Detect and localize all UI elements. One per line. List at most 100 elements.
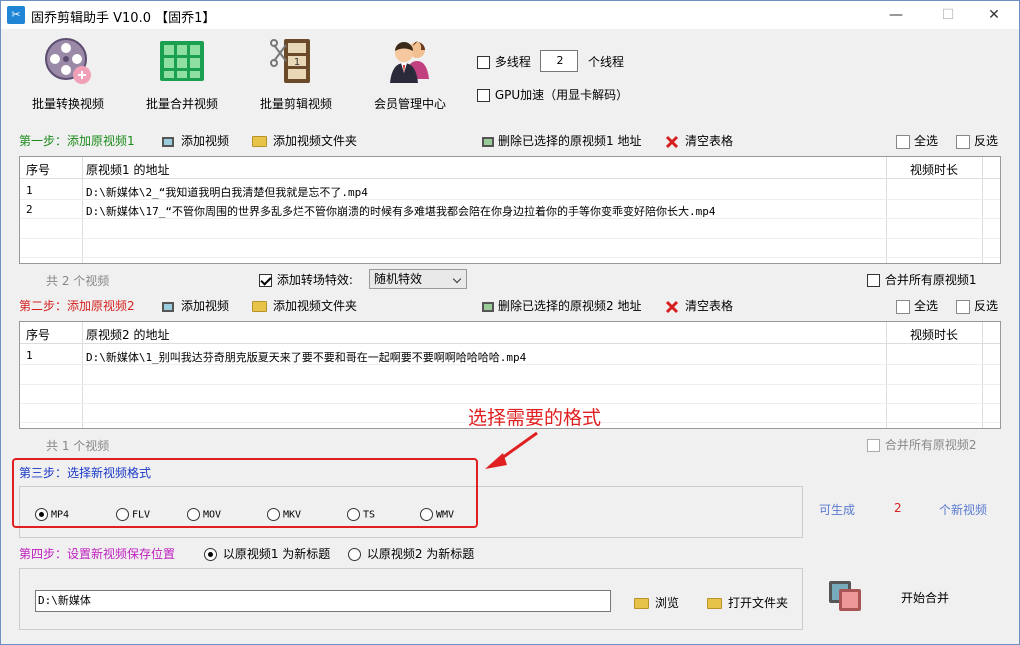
start-merge-label: 开始合并	[901, 591, 950, 605]
table-row[interactable]: 1 D:\新媒体\1_别叫我达芬奇朋克版夏天来了要不要和哥在一起啊要不要啊啊哈哈…	[20, 346, 1000, 365]
col-address: 原视频1 的地址	[86, 163, 170, 177]
maximize-button[interactable]: ☐	[933, 5, 963, 25]
gpu-option[interactable]: GPU加速（用显卡解码）	[477, 86, 628, 103]
step2-add-folder-button[interactable]: 添加视频文件夹	[252, 297, 357, 314]
col-address: 原视频2 的地址	[86, 328, 170, 342]
app-window: ✂ 固乔剪辑助手 V10.0 【固乔1】 — ☐ ✕ 批量转换视频 批量合并视频…	[0, 0, 1020, 645]
batch-convert-label: 批量转换视频	[31, 97, 104, 111]
start-merge-button[interactable]: 开始合并	[827, 577, 977, 617]
generate-count: 2	[894, 501, 902, 515]
batch-merge-button[interactable]: 批量合并视频	[127, 35, 237, 113]
step1-select-all-button[interactable]: 全选	[896, 132, 938, 149]
row-address: D:\新媒体\1_别叫我达芬奇朋克版夏天来了要不要和哥在一起啊要不要啊啊哈哈哈哈…	[86, 351, 527, 364]
gpu-checkbox[interactable]	[477, 89, 490, 102]
step2-title: 第二步：添加原视频2	[19, 299, 135, 313]
step1-invert-label: 反选	[974, 134, 999, 148]
table-header: 序号 原视频1 的地址 视频时长	[20, 157, 1000, 179]
merge-all-1-checkbox[interactable]	[867, 274, 880, 287]
table-row[interactable]: 1 D:\新媒体\2_“我知道我明白我清楚但我就是忘不了.mp4	[20, 181, 1000, 200]
folder-icon	[634, 598, 649, 609]
title-option-2-radio[interactable]	[348, 548, 361, 561]
window-title: 固乔剪辑助手 V10.0 【固乔1】	[31, 11, 216, 26]
title-bar: ✂ 固乔剪辑助手 V10.0 【固乔1】 — ☐ ✕	[1, 1, 1019, 29]
step1-title: 第一步：添加原视频1	[19, 134, 135, 148]
member-center-button[interactable]: 会员管理中心	[355, 35, 465, 113]
red-x-icon	[665, 300, 679, 314]
open-folder-button[interactable]: 打开文件夹	[707, 594, 788, 611]
transition-option[interactable]: 添加转场特效:	[259, 271, 353, 288]
transition-select[interactable]: 随机特效	[369, 269, 467, 289]
step1-delete-selected-label: 删除已选择的原视频1 地址	[498, 134, 642, 148]
row-index: 2	[26, 203, 33, 216]
step1-count: 共 2 个视频	[46, 274, 110, 288]
close-button[interactable]: ✕	[979, 5, 1009, 25]
col-index: 序号	[26, 328, 51, 342]
step1-video-table[interactable]: 序号 原视频1 的地址 视频时长 1 D:\新媒体\2_“我知道我明白我清楚但我…	[19, 156, 1001, 264]
member-center-label: 会员管理中心	[373, 97, 446, 111]
users-icon	[384, 35, 436, 87]
step1-delete-selected-button[interactable]: 删除已选择的原视频1 地址	[481, 132, 641, 149]
step2-clear-table-button[interactable]: 清空表格	[665, 297, 733, 314]
app-logo-icon: ✂	[7, 6, 25, 24]
title-option-2-label: 以原视频2 为新标题	[366, 547, 475, 561]
multithread-label: 多线程	[494, 55, 531, 69]
step2-select-all-button[interactable]: 全选	[896, 297, 938, 314]
step1-clear-table-button[interactable]: 清空表格	[665, 132, 733, 149]
select-all-icon	[896, 134, 910, 149]
row-address: D:\新媒体\2_“我知道我明白我清楚但我就是忘不了.mp4	[86, 186, 368, 199]
film-delete-icon	[481, 135, 495, 149]
col-index: 序号	[26, 163, 51, 177]
step2-add-video-button[interactable]: 添加视频	[161, 297, 229, 314]
browse-button[interactable]: 浏览	[634, 594, 679, 611]
step1-add-video-button[interactable]: 添加视频	[161, 132, 229, 149]
merge-all-2-option[interactable]: 合并所有原视频2	[867, 436, 976, 453]
transition-label: 添加转场特效:	[276, 273, 353, 287]
table-row[interactable]: 2 D:\新媒体\17_“不管你周围的世界多乱多烂不管你崩溃的时候有多难堪我都会…	[20, 200, 1000, 219]
col-duration: 视频时长	[910, 163, 959, 177]
step2-count: 共 1 个视频	[46, 439, 110, 453]
merge-all-2-label: 合并所有原视频2	[884, 438, 977, 452]
gpu-label: GPU加速（用显卡解码）	[494, 88, 629, 102]
annotation-text: 选择需要的格式	[468, 407, 602, 429]
transition-checkbox[interactable]	[259, 274, 272, 287]
merge-all-1-option[interactable]: 合并所有原视频1	[867, 271, 976, 288]
step1-add-folder-label: 添加视频文件夹	[273, 134, 358, 148]
browse-label: 浏览	[655, 596, 680, 610]
film-scissors-icon: 1	[270, 35, 322, 87]
multithread-option[interactable]: 多线程	[477, 53, 531, 70]
open-folder-label: 打开文件夹	[728, 596, 789, 610]
film-icon	[161, 300, 175, 314]
multithread-checkbox[interactable]	[477, 56, 490, 69]
step2-delete-selected-button[interactable]: 删除已选择的原视频2 地址	[481, 297, 641, 314]
invert-icon	[956, 299, 970, 314]
new-videos-label: 个新视频	[939, 503, 988, 517]
table-header: 序号 原视频2 的地址 视频时长	[20, 322, 1000, 344]
step2-add-folder-label: 添加视频文件夹	[273, 299, 358, 313]
title-option-1[interactable]: 以原视频1 为新标题	[204, 545, 330, 562]
annotation-highlight-box	[12, 458, 478, 528]
svg-text:1: 1	[294, 57, 300, 68]
step1-add-folder-button[interactable]: 添加视频文件夹	[252, 132, 357, 149]
can-generate-label: 可生成	[819, 503, 856, 517]
thread-count-input[interactable]: 2	[540, 50, 578, 72]
row-address: D:\新媒体\17_“不管你周围的世界多乱多烂不管你崩溃的时候有多难堪我都会陪在…	[86, 205, 716, 218]
step2-invert-button[interactable]: 反选	[956, 297, 998, 314]
title-option-2[interactable]: 以原视频2 为新标题	[348, 545, 474, 562]
step1-clear-table-label: 清空表格	[685, 134, 734, 148]
transition-value: 随机特效	[374, 272, 423, 286]
merge-all-1-label: 合并所有原视频1	[884, 273, 977, 287]
save-path-input[interactable]: D:\新媒体	[35, 590, 611, 612]
merge-film-icon	[829, 581, 861, 611]
title-option-1-radio[interactable]	[204, 548, 217, 561]
step4-title: 第四步：设置新视频保存位置	[19, 547, 176, 561]
minimize-button[interactable]: —	[881, 5, 911, 25]
row-index: 1	[26, 184, 33, 197]
row-index: 1	[26, 349, 33, 362]
merge-all-2-checkbox[interactable]	[867, 439, 880, 452]
title-option-1-label: 以原视频1 为新标题	[222, 547, 331, 561]
batch-edit-button[interactable]: 1 批量剪辑视频	[241, 35, 351, 113]
batch-convert-button[interactable]: 批量转换视频	[13, 35, 123, 113]
open-folder-icon	[707, 598, 722, 609]
annotation-arrow-icon	[485, 431, 538, 469]
step1-invert-button[interactable]: 反选	[956, 132, 998, 149]
